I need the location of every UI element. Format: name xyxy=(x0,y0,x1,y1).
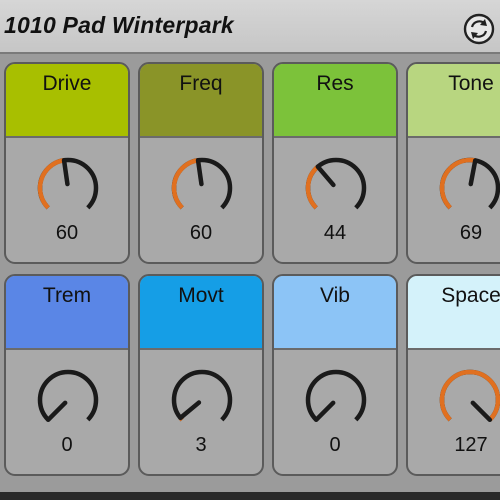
knob-needle xyxy=(470,400,493,423)
bottom-bar xyxy=(0,492,500,500)
macro-value: 69 xyxy=(459,222,483,244)
macro-value: 0 xyxy=(61,434,73,456)
macro-knob[interactable] xyxy=(300,364,372,436)
knob-track xyxy=(305,369,367,422)
macro-label: Freq xyxy=(179,72,223,95)
device-title: 1010 Pad Winterpark xyxy=(4,12,234,38)
macro-value: 60 xyxy=(189,222,213,244)
macro-value: 44 xyxy=(323,222,347,244)
macro-knob[interactable] xyxy=(300,152,372,224)
macro-label-box: Space xyxy=(408,276,500,350)
macro-value: 0 xyxy=(329,434,341,456)
macro-label-box: Tone xyxy=(408,64,500,138)
macro-knob[interactable] xyxy=(166,152,238,224)
knob-needle xyxy=(313,400,336,423)
macro-label: Movt xyxy=(178,284,224,307)
macro-knob[interactable] xyxy=(32,364,104,436)
macro-label: Trem xyxy=(42,284,92,307)
hot-swap-icon[interactable] xyxy=(462,12,496,46)
macro-freq[interactable]: Freq 60 xyxy=(138,62,264,264)
macro-label: Vib xyxy=(320,284,350,307)
macro-space[interactable]: Space 127 xyxy=(406,274,500,476)
macro-label-box: Freq xyxy=(140,64,262,138)
macro-tone[interactable]: Tone 69 xyxy=(406,62,500,264)
knob-value-arc xyxy=(439,369,500,422)
macro-res[interactable]: Res 44 xyxy=(272,62,398,264)
macro-value: 60 xyxy=(55,222,79,244)
macro-label: Drive xyxy=(42,72,92,95)
macro-label-box: Drive xyxy=(6,64,128,138)
macro-trem[interactable]: Trem 0 xyxy=(4,274,130,476)
macro-label-box: Trem xyxy=(6,276,128,350)
macro-label-box: Movt xyxy=(140,276,262,350)
macro-knob[interactable] xyxy=(32,152,104,224)
macro-knob[interactable] xyxy=(434,364,500,436)
knob-needle xyxy=(178,400,202,421)
knob-track xyxy=(171,369,233,422)
knob-track xyxy=(37,369,99,422)
macro-label: Space xyxy=(441,284,500,307)
macro-value: 127 xyxy=(454,434,488,456)
knob-needle xyxy=(195,158,204,187)
device-header: 1010 Pad Winterpark xyxy=(0,0,500,54)
knob-needle xyxy=(45,400,68,423)
knob-value-arc xyxy=(37,158,65,210)
macro-knob[interactable] xyxy=(434,152,500,224)
knob-value-arc xyxy=(305,165,320,210)
macro-label: Res xyxy=(316,72,354,95)
macro-label: Tone xyxy=(448,72,494,95)
knob-needle xyxy=(315,164,336,188)
macro-panel: Drive 60 Freq 60 Res 44 Tone 69 Trem 0 M… xyxy=(0,54,500,500)
macro-drive[interactable]: Drive 60 xyxy=(4,62,130,264)
knob-needle xyxy=(468,158,478,187)
macro-label-box: Vib xyxy=(274,276,396,350)
knob-needle xyxy=(61,158,70,187)
knob-value-arc xyxy=(171,158,199,210)
macro-vib[interactable]: Vib 0 xyxy=(272,274,398,476)
macro-movt[interactable]: Movt 3 xyxy=(138,274,264,476)
macro-knob[interactable] xyxy=(166,364,238,436)
macro-label-box: Res xyxy=(274,64,396,138)
macro-value: 3 xyxy=(195,434,207,456)
